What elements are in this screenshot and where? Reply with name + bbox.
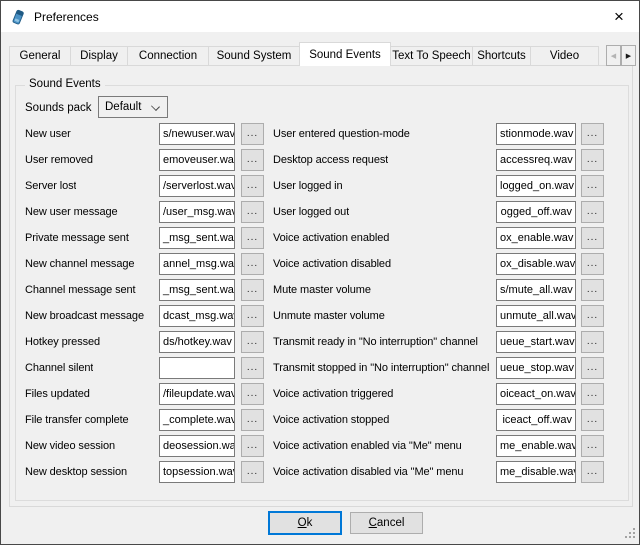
tab-general[interactable]: General	[9, 46, 71, 66]
browse-button[interactable]: ...	[581, 331, 604, 353]
sound-file-input[interactable]: ox_disable.wav	[496, 253, 576, 275]
scroll-left-icon: ◀	[611, 52, 616, 60]
app-icon	[10, 9, 26, 25]
sounds-pack-label: Sounds pack	[25, 97, 92, 119]
sounds-pack-value: Default	[105, 101, 141, 113]
tab-text-to-speech[interactable]: Text To Speech	[390, 46, 473, 66]
tab-connection[interactable]: Connection	[127, 46, 209, 66]
browse-button[interactable]: ...	[581, 201, 604, 223]
event-row: Transmit stopped in "No interruption" ch…	[1, 357, 640, 379]
ok-button-label: Ok	[298, 517, 313, 529]
sound-file-input[interactable]: logged_on.wav	[496, 175, 576, 197]
sound-file-input[interactable]: s/mute_all.wav	[496, 279, 576, 301]
event-label: Voice activation triggered	[273, 383, 393, 405]
chevron-down-icon	[151, 102, 160, 111]
cancel-button-label: Cancel	[369, 517, 405, 529]
sound-file-input[interactable]: me_disable.wav	[496, 461, 576, 483]
sound-file-input[interactable]: ox_enable.wav	[496, 227, 576, 249]
sounds-pack-select[interactable]: Default	[98, 96, 168, 118]
tab-scroll-left-button[interactable]: ◀	[606, 45, 621, 66]
tab-bar: GeneralDisplayConnectionSound SystemSoun…	[9, 42, 609, 66]
event-label: Transmit ready in "No interruption" chan…	[273, 331, 478, 353]
event-label: Voice activation enabled	[273, 227, 389, 249]
event-label: User logged in	[273, 175, 343, 197]
browse-button[interactable]: ...	[581, 123, 604, 145]
browse-button[interactable]: ...	[581, 383, 604, 405]
event-row: Mute master volume s/mute_all.wav...	[1, 279, 640, 301]
event-label: User entered question-mode	[273, 123, 410, 145]
sound-file-input[interactable]: ueue_stop.wav	[496, 357, 576, 379]
sound-file-input[interactable]: oiceact_on.wav	[496, 383, 576, 405]
sound-file-input[interactable]: unmute_all.wav	[496, 305, 576, 327]
browse-button[interactable]: ...	[581, 279, 604, 301]
event-row: User logged out ogged_off.wav...	[1, 201, 640, 223]
browse-button[interactable]: ...	[581, 175, 604, 197]
tab-display[interactable]: Display	[70, 46, 128, 66]
sound-file-input[interactable]: stionmode.wav	[496, 123, 576, 145]
event-row: Transmit ready in "No interruption" chan…	[1, 331, 640, 353]
browse-button[interactable]: ...	[581, 305, 604, 327]
event-row: Voice activation stopped iceact_off.wav..…	[1, 409, 640, 431]
event-label: Voice activation disabled via "Me" menu	[273, 461, 463, 483]
scroll-right-icon: ▶	[626, 52, 631, 60]
sound-file-input[interactable]: me_enable.wav	[496, 435, 576, 457]
sound-file-input[interactable]: ueue_start.wav	[496, 331, 576, 353]
event-label: Voice activation disabled	[273, 253, 391, 275]
browse-button[interactable]: ...	[581, 461, 604, 483]
event-label: Voice activation enabled via "Me" menu	[273, 435, 462, 457]
event-row: User logged in logged_on.wav...	[1, 175, 640, 197]
browse-button[interactable]: ...	[581, 435, 604, 457]
group-box-title: Sound Events	[25, 78, 105, 90]
event-label: Voice activation stopped	[273, 409, 389, 431]
event-row: Voice activation disabled via "Me" menu m…	[1, 461, 640, 483]
close-icon: ×	[614, 8, 624, 25]
title-bar: Preferences ×	[1, 1, 639, 32]
tab-scroll-right-button[interactable]: ▶	[621, 45, 636, 66]
event-row: Voice activation enabled ox_enable.wav...	[1, 227, 640, 249]
browse-button[interactable]: ...	[581, 149, 604, 171]
resize-grip[interactable]	[625, 528, 627, 530]
browse-button[interactable]: ...	[581, 357, 604, 379]
event-row: Voice activation disabled ox_disable.wav.…	[1, 253, 640, 275]
ok-button[interactable]: Ok	[268, 511, 342, 535]
tab-shortcuts[interactable]: Shortcuts	[472, 46, 531, 66]
sound-file-input[interactable]: accessreq.wav	[496, 149, 576, 171]
preferences-window: Preferences × GeneralDisplayConnectionSo…	[0, 0, 640, 545]
event-row: Desktop access request accessreq.wav...	[1, 149, 640, 171]
event-row: Voice activation enabled via "Me" menu me…	[1, 435, 640, 457]
browse-button[interactable]: ...	[581, 409, 604, 431]
event-label: Transmit stopped in "No interruption" ch…	[273, 357, 489, 379]
browse-button[interactable]: ...	[581, 227, 604, 249]
sound-file-input[interactable]: ogged_off.wav	[496, 201, 576, 223]
tab-video[interactable]: Video	[530, 46, 599, 66]
event-label: Unmute master volume	[273, 305, 385, 327]
window-title: Preferences	[34, 10, 99, 24]
close-button[interactable]: ×	[599, 1, 639, 32]
event-label: User logged out	[273, 201, 349, 223]
event-row: Unmute master volume unmute_all.wav...	[1, 305, 640, 327]
tab-sound-events[interactable]: Sound Events	[299, 42, 391, 66]
event-label: Desktop access request	[273, 149, 388, 171]
event-row: Voice activation triggered oiceact_on.wav…	[1, 383, 640, 405]
cancel-button[interactable]: Cancel	[350, 512, 423, 534]
tab-sound-system[interactable]: Sound System	[208, 46, 300, 66]
event-label: Mute master volume	[273, 279, 371, 301]
browse-button[interactable]: ...	[581, 253, 604, 275]
sound-file-input[interactable]: iceact_off.wav	[496, 409, 576, 431]
event-row: User entered question-mode stionmode.wav.…	[1, 123, 640, 145]
